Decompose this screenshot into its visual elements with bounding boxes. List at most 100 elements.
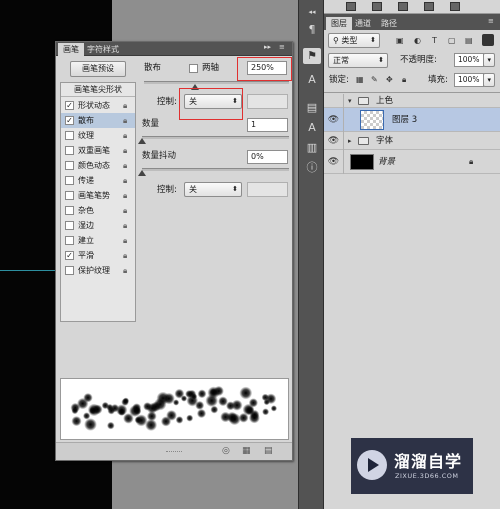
- layer-filter-select[interactable]: ⚲ 类型 ⬍: [328, 33, 380, 48]
- brush-setting-item[interactable]: 杂色 🔒︎: [61, 203, 135, 218]
- lock-icon[interactable]: 🔒︎: [123, 98, 127, 113]
- brush-dab: [210, 405, 219, 414]
- lock-icon[interactable]: 🔒︎: [123, 218, 127, 233]
- brush-setting-checkbox[interactable]: [65, 206, 74, 215]
- info-icon[interactable]: ⓘ: [303, 160, 321, 176]
- visibility-toggle-empty[interactable]: [324, 94, 344, 108]
- filter-toggle-icon[interactable]: [482, 34, 494, 46]
- layer-row-group-coloring[interactable]: ▾ 上色: [324, 94, 500, 108]
- lock-icon[interactable]: 🔒︎: [123, 128, 127, 143]
- lock-icon[interactable]: 🔒︎: [123, 188, 127, 203]
- layer-row-layer3[interactable]: 👁︎ 图层 3: [324, 108, 500, 132]
- lock-icon[interactable]: 🔒︎: [123, 233, 127, 248]
- layer-row-background[interactable]: 👁︎ 背景 🔒︎: [324, 150, 500, 174]
- chevron-down-icon[interactable]: ▾: [348, 97, 352, 105]
- brush-setting-item[interactable]: 画笔笔势 🔒︎: [61, 188, 135, 203]
- adjustment-icon[interactable]: [424, 2, 434, 11]
- brush-setting-item[interactable]: 湿边 🔒︎: [61, 218, 135, 233]
- lock-icon[interactable]: 🔒︎: [123, 158, 127, 173]
- adjustment-icon[interactable]: [450, 2, 460, 11]
- tab-brush[interactable]: 画笔: [58, 43, 84, 56]
- brush-setting-checkbox[interactable]: [65, 176, 74, 185]
- brush-setting-checkbox[interactable]: [65, 266, 74, 275]
- scatter-slider-track[interactable]: [144, 81, 289, 84]
- tab-paths[interactable]: 路径: [376, 17, 402, 30]
- brush-setting-item[interactable]: ✓ 形状动态 🔒︎: [61, 98, 135, 113]
- count-slider-track[interactable]: [142, 136, 289, 139]
- new-brush-icon[interactable]: ▤: [264, 446, 273, 456]
- brush-setting-item[interactable]: ✓ 散布 🔒︎: [61, 113, 135, 128]
- layer-row-group-font[interactable]: 👁︎ ▸ 字体: [324, 132, 500, 150]
- brush-presets-button[interactable]: 画笔预设: [70, 61, 126, 77]
- fill-field[interactable]: 100%: [454, 73, 484, 87]
- adjustment-icon[interactable]: [398, 2, 408, 11]
- shape-filter-icon[interactable]: ▢: [448, 35, 456, 47]
- lock-transparent-icon[interactable]: ▦: [356, 74, 364, 86]
- brush-panel-icon[interactable]: ⚑: [303, 48, 321, 64]
- brush-setting-checkbox[interactable]: [65, 236, 74, 245]
- adjustment-icon[interactable]: [346, 2, 356, 11]
- pixel-filter-icon[interactable]: ▣: [396, 35, 404, 47]
- brush-setting-item[interactable]: 保护纹理 🔒︎: [61, 263, 135, 278]
- brush-setting-checkbox[interactable]: [65, 191, 74, 200]
- both-axes-checkbox[interactable]: [189, 64, 198, 73]
- brush-setting-checkbox[interactable]: [65, 131, 74, 140]
- lock-icon[interactable]: 🔒︎: [123, 248, 127, 263]
- paragraph-icon[interactable]: ¶: [303, 22, 321, 38]
- brush-setting-item[interactable]: ✓ 平滑 🔒︎: [61, 248, 135, 263]
- adjustment-filter-icon[interactable]: ◐: [414, 35, 421, 47]
- brush-setting-checkbox[interactable]: ✓: [65, 116, 74, 125]
- lock-all-icon[interactable]: 🔒︎: [402, 74, 406, 86]
- brush-setting-item[interactable]: 传递 🔒︎: [61, 173, 135, 188]
- adjustment-icon[interactable]: [372, 2, 382, 11]
- brush-setting-checkbox[interactable]: [65, 161, 74, 170]
- eye-icon[interactable]: 👁︎: [324, 132, 344, 150]
- opacity-dropdown[interactable]: ▾: [483, 53, 495, 67]
- lock-icon[interactable]: 🔒︎: [123, 203, 127, 218]
- paragraph-styles-icon[interactable]: ▥: [303, 140, 321, 156]
- lock-position-icon[interactable]: ✥: [386, 74, 393, 86]
- grid-icon[interactable]: ▦: [242, 446, 251, 456]
- resize-grip[interactable]: [166, 451, 182, 453]
- lock-icon[interactable]: 🔒︎: [123, 173, 127, 188]
- smart-object-filter-icon[interactable]: ▤: [465, 35, 473, 47]
- tab-character-style[interactable]: 字符样式: [82, 43, 124, 56]
- count-jitter-slider-thumb[interactable]: [138, 170, 146, 176]
- collapse-icon[interactable]: ▸▸: [264, 43, 271, 51]
- lock-icon[interactable]: 🔒︎: [123, 143, 127, 158]
- lock-image-icon[interactable]: ✎: [371, 74, 378, 86]
- collapse-icon[interactable]: ◂◂: [303, 4, 321, 20]
- count-jitter-field[interactable]: 0%: [247, 150, 288, 164]
- eye-icon[interactable]: 👁︎: [324, 108, 344, 132]
- opacity-field[interactable]: 100%: [454, 53, 484, 67]
- lock-icon[interactable]: 🔒︎: [123, 263, 127, 278]
- panel-menu-icon[interactable]: ≡: [488, 17, 494, 25]
- brush-setting-checkbox[interactable]: ✓: [65, 101, 74, 110]
- brush-setting-checkbox[interactable]: [65, 221, 74, 230]
- count-jitter-slider-track[interactable]: [142, 168, 289, 171]
- brush-setting-item[interactable]: 颜色动态 🔒︎: [61, 158, 135, 173]
- brush-setting-item[interactable]: 纹理 🔒︎: [61, 128, 135, 143]
- character-icon[interactable]: A: [303, 72, 321, 88]
- eye-icon[interactable]: 👁︎: [324, 150, 344, 174]
- both-axes-label: 两轴: [202, 63, 220, 73]
- toggle-live-tip-icon[interactable]: ◎: [222, 446, 230, 456]
- control2-select[interactable]: 关 ⬍: [184, 182, 242, 197]
- count-slider-thumb[interactable]: [138, 138, 146, 144]
- count-value-field[interactable]: 1: [247, 118, 288, 132]
- brush-tip-shape-item[interactable]: 画笔笔尖形状: [61, 83, 135, 97]
- blend-mode-select[interactable]: 正常 ⬍: [328, 53, 388, 68]
- brush-setting-checkbox[interactable]: ✓: [65, 251, 74, 260]
- lock-icon[interactable]: 🔒︎: [123, 113, 127, 128]
- type-filter-icon[interactable]: T: [432, 35, 437, 47]
- brush-setting-item[interactable]: 双重画笔 🔒︎: [61, 143, 135, 158]
- character-styles-icon[interactable]: A: [303, 120, 321, 136]
- tab-channels[interactable]: 通道: [350, 17, 376, 30]
- layer-comps-icon[interactable]: ▤: [303, 100, 321, 116]
- tab-layers[interactable]: 图层: [326, 17, 352, 30]
- fill-dropdown[interactable]: ▾: [483, 73, 495, 87]
- brush-setting-checkbox[interactable]: [65, 146, 74, 155]
- chevron-right-icon[interactable]: ▸: [348, 137, 352, 145]
- brush-setting-item[interactable]: 建立 🔒︎: [61, 233, 135, 248]
- panel-menu-icon[interactable]: ≡: [279, 43, 285, 51]
